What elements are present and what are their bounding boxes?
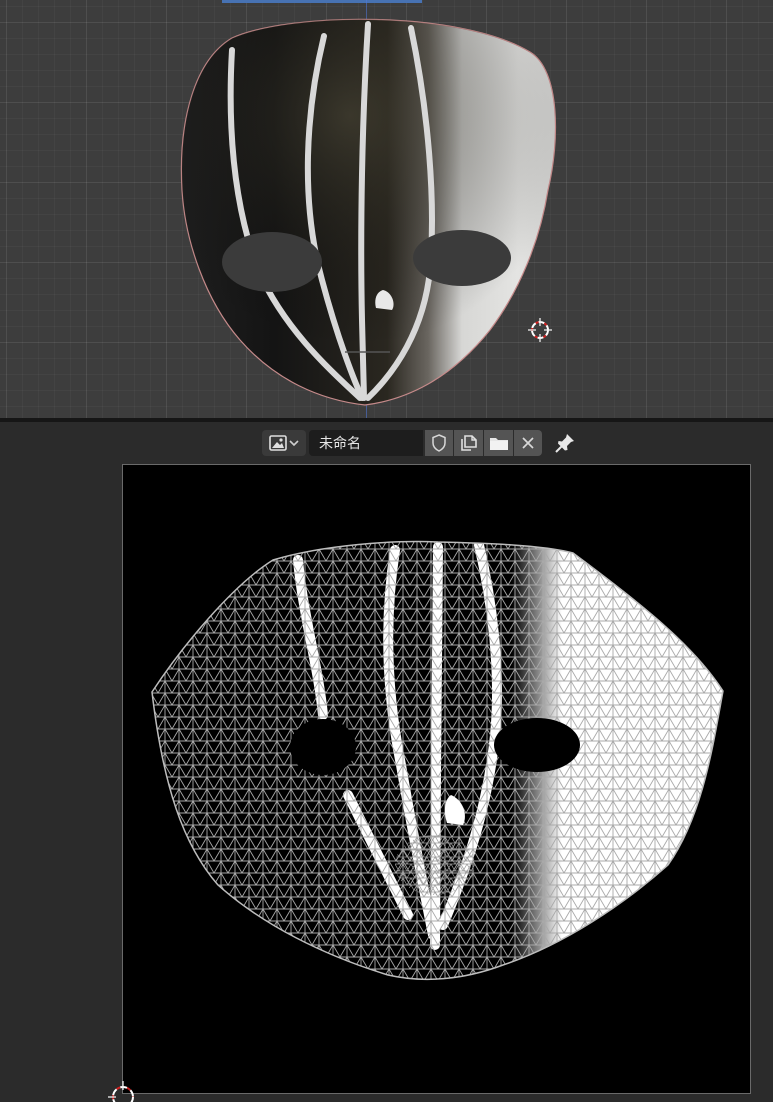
image-editor-header: 未命名 xyxy=(0,422,773,464)
uv-eye-hole-left xyxy=(290,719,356,775)
mask-eye-hole-right xyxy=(413,230,511,286)
3d-cursor-icon[interactable] xyxy=(528,318,552,342)
duplicate-icon xyxy=(460,435,477,451)
close-icon xyxy=(522,437,534,449)
open-image-button[interactable] xyxy=(484,430,513,456)
pin-icon xyxy=(555,434,574,453)
new-image-button[interactable] xyxy=(454,430,483,456)
uv-eye-hole-right xyxy=(494,718,580,772)
uv-island xyxy=(152,541,723,980)
uv-layout xyxy=(151,540,724,981)
editor-type-button[interactable] xyxy=(262,430,306,456)
chevron-down-icon xyxy=(289,440,299,447)
mask-highlight xyxy=(181,19,556,406)
shield-icon xyxy=(432,434,446,452)
2d-cursor-icon[interactable] xyxy=(108,1076,138,1102)
folder-icon xyxy=(489,438,508,450)
fake-user-button[interactable] xyxy=(425,430,453,456)
mask-3d-model[interactable] xyxy=(0,0,773,418)
image-icon xyxy=(269,435,287,451)
image-name-field[interactable]: 未命名 xyxy=(309,430,423,456)
unlink-image-button[interactable] xyxy=(514,430,542,456)
pin-button[interactable] xyxy=(552,430,578,456)
uv-image-editor[interactable]: 未命名 xyxy=(0,422,773,1102)
uv-canvas[interactable] xyxy=(122,464,751,1094)
3d-viewport[interactable] xyxy=(0,0,773,418)
mask-eye-hole-left xyxy=(222,232,322,292)
